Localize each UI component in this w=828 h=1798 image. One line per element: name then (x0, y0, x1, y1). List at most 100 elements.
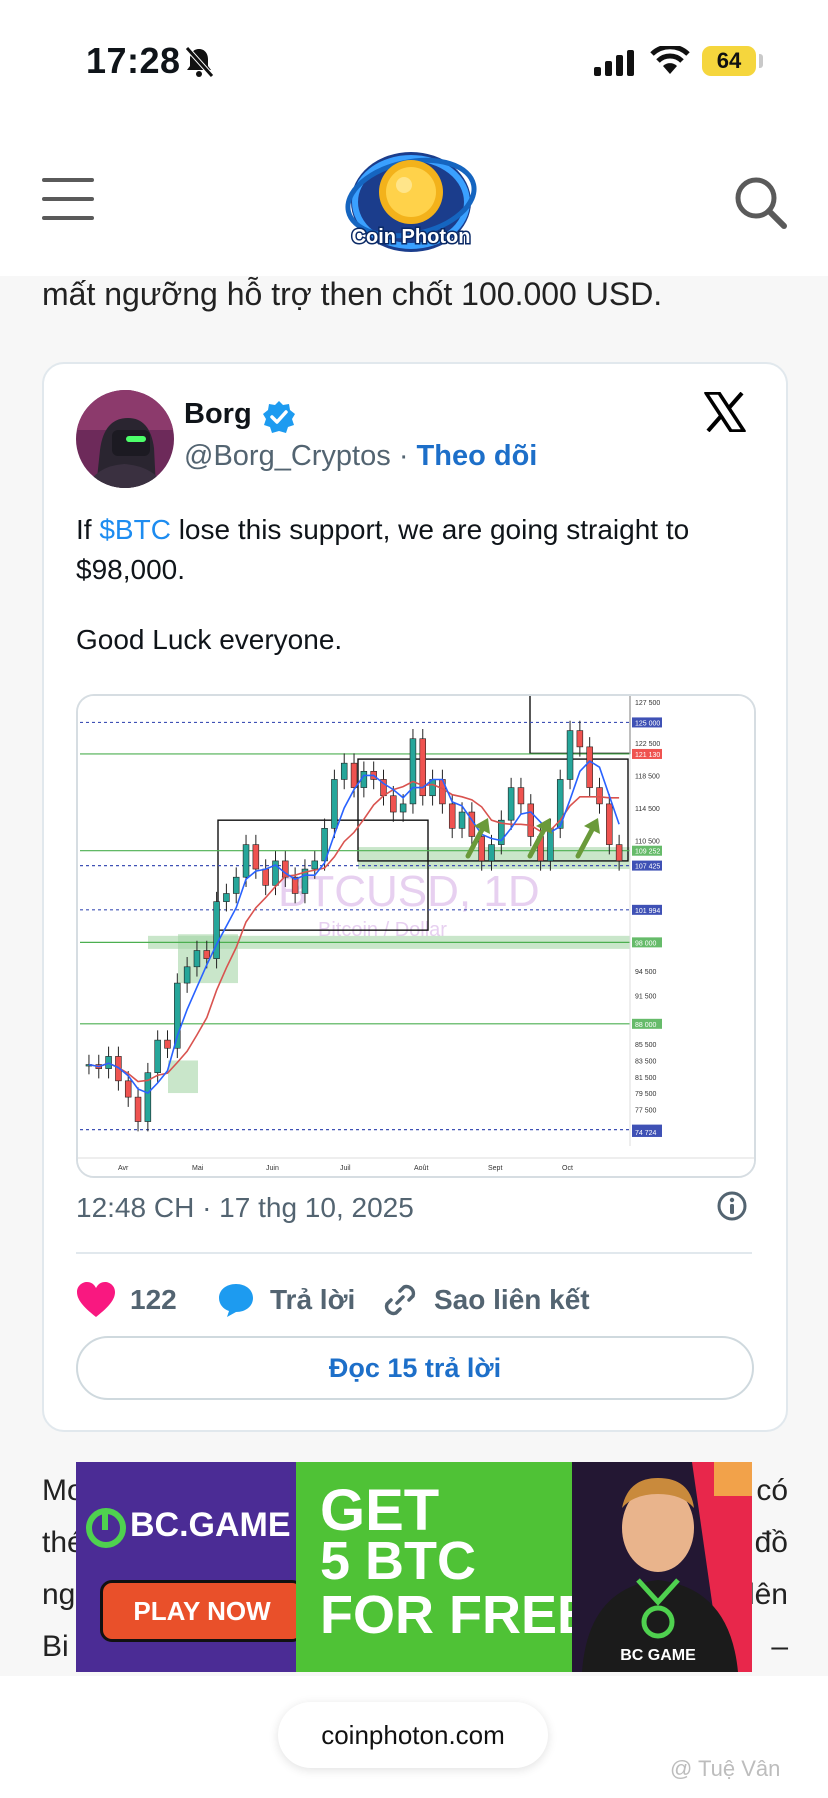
link-icon (384, 1284, 416, 1316)
candle-body-25 (331, 779, 338, 829)
reply-button[interactable]: Trả lời (218, 1276, 358, 1326)
article-intro-line: mất ngưỡng hỗ trợ then chốt 100.000 USD. (42, 276, 663, 312)
bc-game-logo-icon (86, 1508, 126, 1548)
candle-body-43 (507, 787, 515, 821)
candle-body-31 (390, 795, 397, 813)
candle-body-16 (242, 844, 250, 878)
tweet-author-name[interactable]: Borg (184, 398, 252, 431)
candle-body-7 (154, 1039, 161, 1073)
price-tick-20: 74 724 (635, 1130, 657, 1137)
price-tick-11: 94 500 (635, 969, 657, 976)
reply-label: Trả lời (270, 1284, 356, 1315)
follow-link[interactable]: Theo dõi (417, 440, 538, 472)
price-tick-8: 107 425 (635, 864, 660, 871)
like-count: 122 (130, 1284, 177, 1315)
tweet-text: If $BTC lose this support, we are going … (76, 510, 766, 660)
base-zone (168, 1060, 198, 1094)
price-tick-13: 88 000 (635, 1022, 657, 1029)
candle-body-26 (340, 762, 348, 780)
ad-brand: BC.GAME (130, 1506, 291, 1544)
price-tick-4: 118 500 (635, 773, 660, 780)
candle-body-17 (252, 844, 260, 870)
candle-body-8 (164, 1039, 171, 1049)
candle-body-10 (183, 966, 191, 984)
price-tick-0: 127 500 (635, 700, 660, 707)
author-avatar[interactable] (76, 390, 174, 488)
candle-body-54 (615, 844, 623, 862)
tweet-text-line-1: If $BTC lose this support, we are going … (76, 514, 690, 585)
bc-game-ad-banner[interactable]: BC.GAME PLAY NOW GET 5 BTC FOR FREE BC G… (76, 1462, 752, 1672)
time-tick-0: Avr (118, 1165, 129, 1172)
site-header: Coin Photon (0, 120, 828, 276)
tweet-timestamp[interactable]: 12:48 CH · 17 thg 10, 2025 (76, 1192, 414, 1224)
candle-body-38 (458, 811, 466, 829)
time-tick-5: Sept (488, 1165, 502, 1172)
candle-body-14 (223, 893, 230, 902)
candle-body-50 (576, 730, 584, 748)
jersey-text: BC GAME (620, 1647, 696, 1664)
battery-level: 64 (702, 46, 756, 76)
price-tick-3: 121 130 (635, 752, 660, 759)
price-tick-18: 77 500 (635, 1107, 657, 1114)
status-bar: 17:28 64 (0, 0, 828, 120)
ad-left-panel: BC.GAME PLAY NOW (76, 1462, 304, 1672)
time-tick-2: Juin (266, 1165, 279, 1172)
like-button[interactable]: 122 (76, 1276, 186, 1326)
ad-play-now-button[interactable]: PLAY NOW (100, 1580, 304, 1642)
tweet-handle[interactable]: @Borg_Cryptos (184, 440, 391, 472)
candle-body-45 (527, 803, 535, 837)
x-logo-icon[interactable] (704, 392, 746, 432)
candle-body-52 (596, 787, 603, 805)
candle-body-32 (399, 803, 407, 813)
url-bar[interactable]: coinphoton.com (278, 1702, 548, 1768)
price-tick-9: 101 994 (635, 908, 660, 915)
menu-button[interactable] (42, 178, 94, 220)
price-tick-12: 91 500 (635, 993, 657, 1000)
cellular-signal-icon (594, 50, 634, 76)
watermark: @ Tuệ Vân (670, 1756, 781, 1781)
time-tick-4: Août (414, 1165, 428, 1172)
time-tick-6: Oct (562, 1165, 573, 1172)
heart-icon (77, 1282, 115, 1317)
body-left-3: ng (42, 1578, 76, 1611)
time-tick-1: Mai (192, 1165, 204, 1172)
tweet-divider (76, 1252, 752, 1254)
candle-body-44 (517, 787, 525, 805)
candle-body-15 (232, 876, 240, 894)
status-time: 17:28 (86, 40, 181, 81)
tweet-chart-image[interactable]: BTCUSD, 1D Bitcoin / Dollar 127 500 125 000… (76, 694, 756, 1178)
body-right-3: lên (747, 1578, 788, 1611)
price-tick-1: 125 000 (635, 720, 660, 727)
tweet-handle-row: @Borg_Cryptos · Theo dõi (184, 440, 537, 473)
candle-body-49 (566, 730, 574, 780)
bell-muted-icon (185, 46, 214, 78)
candle-body-5 (134, 1096, 142, 1122)
verified-badge-icon (263, 401, 295, 433)
coin-photon-logo[interactable]: Coin Photon (344, 140, 478, 264)
copy-link-label: Sao liên kết (434, 1284, 590, 1315)
ad-close-icon[interactable] (714, 1462, 752, 1496)
candle-body-11 (193, 950, 201, 968)
btc-cashtag-link[interactable]: $BTC (99, 514, 171, 545)
logo-text: Coin Photon (352, 226, 471, 248)
wifi-icon (650, 46, 690, 74)
candle-body-33 (409, 738, 417, 805)
price-tick-10: 98 000 (635, 940, 657, 947)
candle-body-41 (488, 844, 495, 862)
reply-bubble-icon (219, 1284, 253, 1317)
ad-headline: GET 5 BTC FOR FREE (320, 1478, 594, 1645)
copy-link-button[interactable]: Sao liên kết (382, 1276, 592, 1326)
tweet-embed[interactable]: Borg @Borg_Cryptos · Theo dõi If $BTC lo… (42, 362, 788, 1432)
menu-icon (42, 178, 94, 182)
search-icon[interactable] (730, 172, 790, 232)
read-replies-button[interactable]: Đọc 15 trả lời (76, 1336, 754, 1400)
candle-body-4 (124, 1080, 132, 1098)
body-right-1: có (756, 1474, 788, 1507)
candle-body-37 (448, 803, 456, 829)
candle-body-51 (586, 746, 593, 788)
info-icon[interactable] (716, 1190, 748, 1222)
candle-body-40 (478, 836, 485, 862)
time-tick-3: Juil (340, 1165, 351, 1172)
price-tick-5: 114 500 (635, 806, 660, 813)
body-left-4: Bi (42, 1630, 69, 1663)
